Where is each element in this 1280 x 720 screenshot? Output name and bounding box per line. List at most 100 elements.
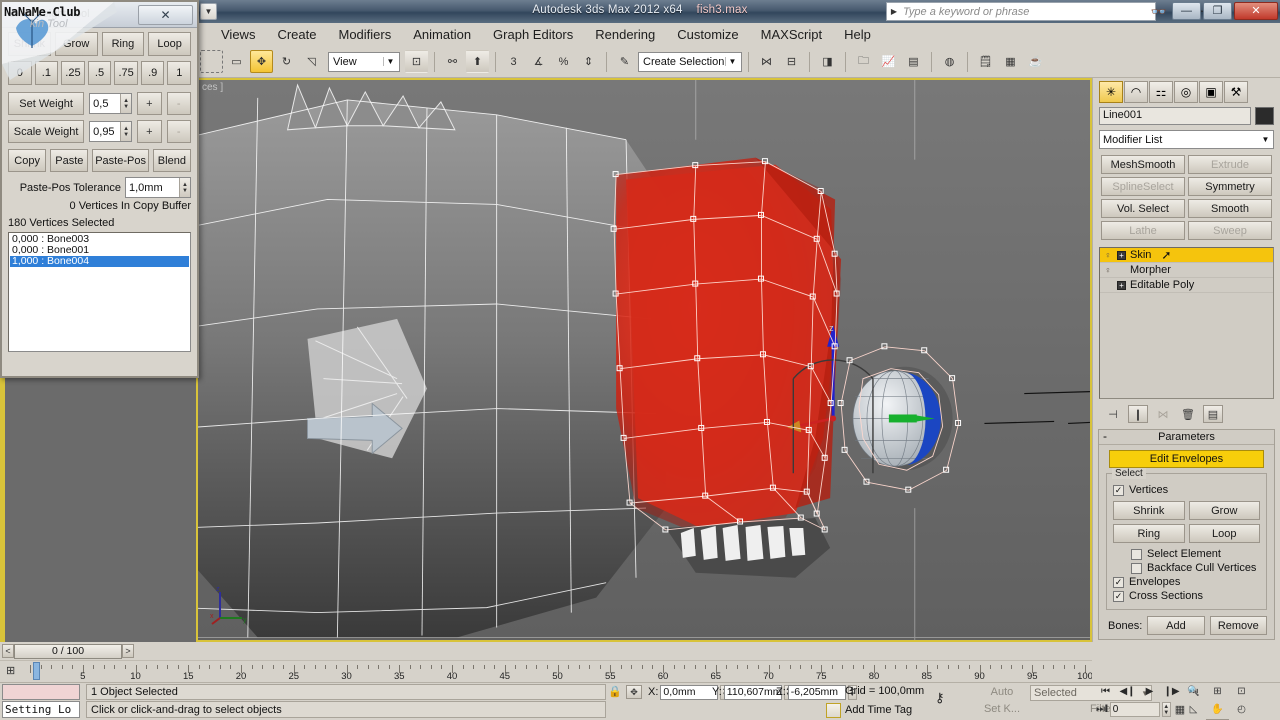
pin-stack-icon[interactable]: ⊣ — [1103, 405, 1123, 423]
binoculars-icon[interactable]: 👓 — [1151, 4, 1167, 20]
menu-help[interactable]: Help — [833, 25, 882, 44]
named-selection-sets-icon[interactable]: ✎ — [613, 50, 636, 73]
curve-editor-icon[interactable]: 📈 — [877, 50, 900, 73]
grow-button[interactable]: Grow — [1188, 501, 1260, 520]
menu-maxscript[interactable]: MAXScript — [750, 25, 833, 44]
checkbox-icon[interactable] — [1131, 562, 1142, 574]
light-bulb-icon[interactable]: ♀ — [1103, 250, 1113, 261]
y-value[interactable]: 110,607mm — [723, 684, 782, 700]
cross-sections-checkbox-row[interactable]: ✓ Cross Sections — [1113, 590, 1260, 602]
menu-modifiers[interactable]: Modifiers — [327, 25, 402, 44]
maximize-button[interactable]: ❐ — [1203, 2, 1232, 20]
weight-preset-075[interactable]: .75 — [114, 61, 138, 85]
remove-modifier-icon[interactable]: 🗑 — [1178, 405, 1198, 423]
select-and-scale-icon[interactable]: ◹ — [300, 50, 323, 73]
previous-frame-arrow[interactable]: < — [2, 644, 14, 658]
menu-views[interactable]: Views — [210, 25, 266, 44]
scale-weight-plus-button[interactable]: + — [137, 120, 162, 143]
modifier-button-sweep[interactable]: Sweep — [1188, 221, 1272, 240]
time-slider-handle[interactable]: 0 / 100 — [14, 643, 122, 659]
toggle-ribbon-icon[interactable]: 🗀 — [852, 50, 875, 73]
modifier-button-vol-select[interactable]: Vol. Select — [1101, 199, 1185, 218]
zoom-extents-icon[interactable]: ⊡ — [1230, 683, 1253, 700]
set-weight-value[interactable]: 0,5 — [90, 98, 120, 110]
modifier-list-dropdown[interactable]: Modifier List ▼ — [1099, 130, 1274, 149]
modify-tab[interactable]: ◠ — [1124, 81, 1148, 103]
checkbox-icon[interactable]: ✓ — [1113, 590, 1124, 602]
scale-weight-spinner[interactable]: 0,95 ▲ ▼ — [89, 121, 133, 142]
time-slider[interactable]: < 0 / 100 > — [0, 642, 1092, 660]
bone-weight-list[interactable]: 0,000 : Bone003 0,000 : Bone001 1,000 : … — [8, 232, 191, 352]
shrink-button[interactable]: Shrink — [8, 32, 51, 56]
modifier-button-extrude[interactable]: Extrude — [1188, 155, 1272, 174]
weight-preset-05[interactable]: .5 — [87, 61, 112, 85]
blend-button[interactable]: Blend — [152, 149, 191, 172]
absolute-relative-toggle-icon[interactable]: ✥ — [626, 685, 642, 699]
set-key-button[interactable]: Set K... — [978, 702, 1026, 718]
shrink-button[interactable]: Shrink — [1113, 501, 1185, 520]
make-unique-icon[interactable]: ⋈ — [1153, 405, 1173, 423]
scale-weight-button[interactable]: Scale Weight — [8, 120, 85, 143]
key-mode-icon[interactable]: ⏭❙ — [1096, 704, 1108, 715]
configure-modifier-sets-icon[interactable]: ▤ — [1203, 405, 1223, 423]
tolerance-value[interactable]: 1,0mm — [126, 182, 179, 194]
modifier-button-symmetry[interactable]: Symmetry — [1188, 177, 1272, 196]
field-of-view-icon[interactable]: ◺ — [1182, 701, 1205, 718]
maxscript-listener-mini[interactable] — [2, 684, 80, 700]
hierarchy-tab[interactable]: ⚏ — [1149, 81, 1173, 103]
spinner-arrows-icon[interactable]: ▲▼ — [179, 178, 190, 197]
loop-button[interactable]: Loop — [148, 32, 191, 56]
vertices-checkbox-row[interactable]: ✓ Vertices — [1113, 484, 1260, 496]
copy-button[interactable]: Copy — [8, 149, 47, 172]
utilities-tab[interactable]: ⚒ — [1224, 81, 1248, 103]
spinner-snap-icon[interactable]: ⇕ — [577, 50, 600, 73]
previous-frame-icon[interactable]: ◀❙ — [1118, 684, 1137, 699]
add-time-tag-row[interactable]: Add Time Tag — [826, 702, 912, 718]
grow-button[interactable]: Grow — [54, 32, 98, 56]
quick-access-dropdown[interactable]: ▼ — [200, 3, 217, 20]
modifier-button-lathe[interactable]: Lathe — [1101, 221, 1185, 240]
align-icon[interactable]: ⊟ — [780, 50, 803, 73]
menu-graph-editors[interactable]: Graph Editors — [482, 25, 584, 44]
object-name-input[interactable]: Line001 — [1099, 107, 1251, 125]
rendered-frame-window-icon[interactable]: ▦ — [999, 50, 1022, 73]
chevron-down-icon[interactable]: ▼ — [383, 57, 397, 66]
track-bar[interactable]: ⊞ 5 10 15 20 25 30 35 40 45 50 55 60 65 70 75 80 85 90 95 1… — [0, 660, 1092, 682]
selection-set-field[interactable]: Create Selection Se ▼ — [638, 51, 742, 72]
bones-remove-button[interactable]: Remove — [1209, 616, 1267, 635]
use-center-icon[interactable]: ⊡ — [405, 50, 428, 73]
backface-cull-checkbox-row[interactable]: Backface Cull Vertices — [1113, 562, 1260, 574]
menu-customize[interactable]: Customize — [666, 25, 749, 44]
close-button[interactable]: ✕ — [1234, 2, 1278, 20]
pan-view-icon[interactable]: ✋ — [1206, 701, 1229, 718]
paste-pos-button[interactable]: Paste-Pos — [92, 149, 149, 172]
paste-button[interactable]: Paste — [50, 149, 89, 172]
display-tab[interactable]: ▣ — [1199, 81, 1223, 103]
modifier-button-meshsmooth[interactable]: MeshSmooth — [1101, 155, 1185, 174]
spinner-arrows-icon[interactable]: ▲▼ — [120, 122, 132, 141]
motion-tab[interactable]: ◎ — [1174, 81, 1198, 103]
search-box[interactable]: ▶ Type a keyword or phrase — [886, 2, 1156, 21]
zoom-icon[interactable]: 🔍 — [1182, 683, 1205, 700]
viewport[interactable]: z ces] z y x — [196, 78, 1092, 642]
loop-button[interactable]: Loop — [1188, 524, 1260, 543]
expand-icon[interactable]: + — [1117, 280, 1126, 290]
unlink-selection-icon[interactable]: ⬆ — [466, 50, 489, 73]
set-weight-button[interactable]: Set Weight — [8, 92, 85, 115]
light-bulb-icon[interactable]: ♀ — [1103, 265, 1113, 276]
weight-preset-09[interactable]: .9 — [140, 61, 165, 85]
select-region-icon[interactable]: ▭ — [225, 50, 248, 73]
minimize-button[interactable]: — — [1172, 2, 1201, 20]
z-value[interactable]: -6,205mm — [787, 684, 846, 700]
create-tab[interactable]: ✳ — [1099, 81, 1123, 103]
weight-preset-1[interactable]: 1 — [167, 61, 192, 85]
auto-key-button[interactable]: Auto — [978, 685, 1026, 701]
edit-envelopes-button[interactable]: Edit Envelopes — [1109, 450, 1264, 468]
material-editor-icon[interactable]: ◍ — [938, 50, 961, 73]
chevron-down-icon[interactable]: ▼ — [1258, 135, 1273, 144]
scale-weight-minus-button[interactable]: - — [166, 120, 191, 143]
angle-snap-icon[interactable]: ∡ — [527, 50, 550, 73]
viewport-label[interactable]: ces ] — [202, 82, 223, 93]
modifier-button-smooth[interactable]: Smooth — [1188, 199, 1272, 218]
skin-weight-tool-dialog[interactable]: Skin Weight Tool ✕ Shrink Grow Ring Loop… — [0, 0, 199, 378]
